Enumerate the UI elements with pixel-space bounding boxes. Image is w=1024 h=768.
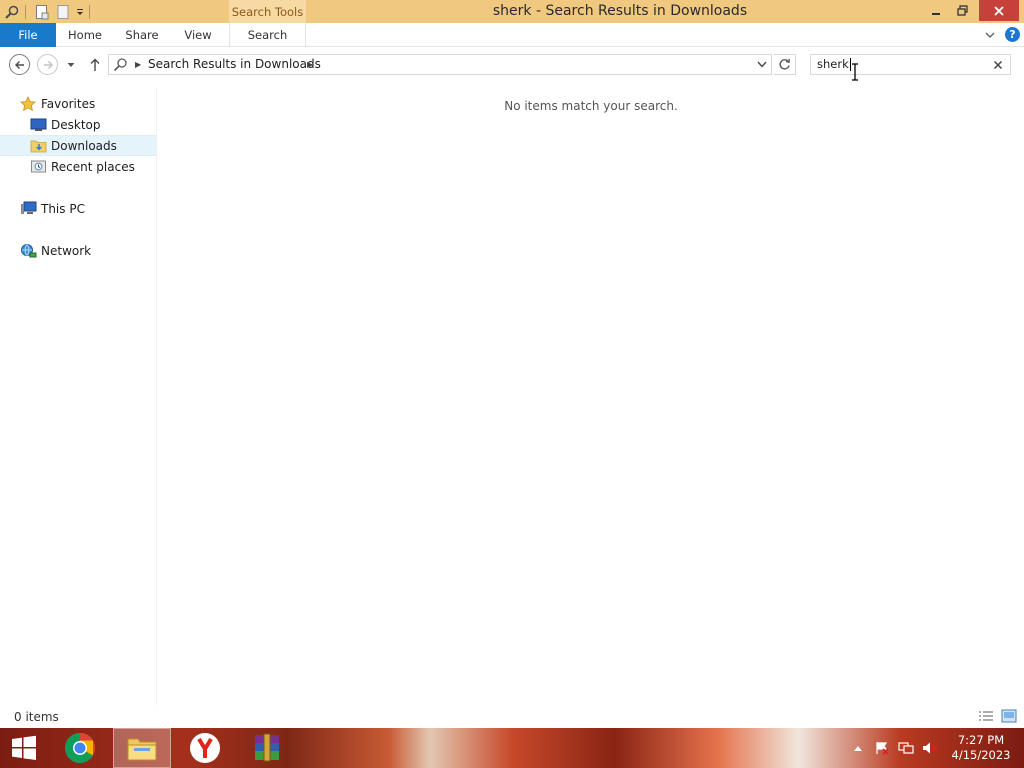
network-icon — [19, 243, 37, 259]
search-query: sherk — [817, 55, 851, 74]
show-hidden-icons-icon[interactable] — [850, 741, 866, 755]
volume-muted-icon[interactable] — [922, 741, 938, 755]
empty-results-message: No items match your search. — [504, 99, 678, 113]
action-center-flag-icon[interactable] — [874, 741, 890, 755]
restore-button[interactable] — [951, 0, 973, 21]
clock-date: 4/15/2023 — [951, 748, 1011, 762]
winrar-icon — [255, 733, 279, 762]
taskbar-file-explorer[interactable] — [113, 728, 171, 768]
arrow-up-icon — [90, 58, 100, 71]
large-icons-view-icon[interactable] — [1001, 709, 1017, 723]
qat-separator — [25, 4, 26, 19]
taskbar-winrar[interactable] — [237, 728, 297, 768]
tab-share[interactable]: Share — [116, 23, 168, 47]
close-icon — [994, 5, 1004, 16]
breadcrumb-separator-icon[interactable]: ▶ — [135, 60, 141, 69]
help-icon[interactable]: ? — [1005, 27, 1020, 42]
quick-access-toolbar — [0, 0, 94, 23]
clear-search-icon[interactable] — [991, 58, 1005, 72]
downloads-folder-icon — [29, 138, 47, 154]
address-history-chevron-icon[interactable] — [756, 58, 768, 70]
computer-icon — [19, 201, 37, 217]
nav-item-label: Desktop — [51, 117, 101, 132]
windows-logo-icon — [12, 735, 36, 760]
refresh-icon — [779, 58, 790, 70]
up-button[interactable] — [86, 54, 104, 75]
nav-item-desktop[interactable]: Desktop — [0, 114, 156, 135]
star-icon — [19, 95, 37, 112]
breadcrumb-search-results[interactable]: Search Results in Downloads — [148, 55, 321, 74]
arrow-right-icon — [43, 60, 53, 69]
search-tools-icon — [3, 3, 21, 21]
yandex-browser-icon — [190, 733, 220, 763]
nav-item-this-pc[interactable]: This PC — [0, 198, 156, 219]
search-results-icon — [113, 58, 127, 72]
status-bar: 0 items — [0, 706, 1024, 728]
tab-search[interactable]: Search — [229, 23, 306, 47]
tab-home[interactable]: Home — [58, 23, 112, 47]
minimize-button[interactable] — [925, 0, 947, 21]
network-status-icon[interactable] — [898, 741, 914, 755]
search-query-text: sherk — [817, 57, 849, 71]
window-title: sherk - Search Results in Downloads — [492, 3, 748, 19]
nav-item-downloads[interactable]: Downloads — [0, 135, 156, 156]
item-count: 0 items — [14, 710, 59, 724]
new-folder-icon[interactable] — [54, 3, 72, 21]
customize-qat-icon[interactable] — [75, 3, 85, 21]
refresh-button[interactable] — [774, 54, 796, 75]
search-tools-header: Search Tools — [229, 0, 306, 23]
nav-item-recent-places[interactable]: Recent places — [0, 156, 156, 177]
nav-item-label: Downloads — [51, 138, 117, 153]
chrome-icon — [64, 733, 95, 764]
close-button[interactable] — [979, 0, 1019, 21]
properties-icon[interactable] — [33, 3, 51, 21]
start-button[interactable] — [0, 728, 48, 768]
chevron-down-icon — [67, 62, 75, 67]
address-bar[interactable]: ▶ Search Results in Downloads ▶ — [108, 54, 772, 75]
details-view-icon[interactable] — [978, 709, 994, 723]
back-button[interactable] — [9, 54, 30, 75]
nav-item-label: Network — [41, 243, 92, 258]
desktop-icon — [29, 117, 47, 133]
recent-places-icon — [29, 159, 47, 175]
arrow-left-icon — [14, 60, 24, 69]
taskbar-chrome[interactable] — [50, 728, 110, 768]
navigation-bar: ▶ Search Results in Downloads ▶ sherk — [0, 48, 1024, 81]
breadcrumb-separator-icon[interactable]: ▶ — [307, 60, 313, 69]
qat-separator — [89, 4, 90, 19]
expand-ribbon-icon[interactable] — [983, 28, 997, 42]
text-cursor-icon — [852, 63, 858, 81]
ribbon-tabs: File Home Share View Search ? — [0, 23, 1024, 47]
taskbar-yandex-browser[interactable] — [175, 728, 235, 768]
tab-view[interactable]: View — [172, 23, 224, 47]
navigation-pane: Favorites Desktop Downloads Recent place… — [0, 89, 157, 705]
nav-item-favorites[interactable]: Favorites — [0, 93, 156, 114]
forward-button[interactable] — [37, 54, 58, 75]
nav-item-network[interactable]: Network — [0, 240, 156, 261]
taskbar-clock[interactable]: 7:27 PM 4/15/2023 — [950, 733, 1012, 763]
tab-file[interactable]: File — [0, 23, 56, 47]
nav-item-label: This PC — [41, 201, 85, 216]
title-bar: Search Tools sherk - Search Results in D… — [0, 0, 1024, 23]
nav-item-label: Recent places — [51, 159, 135, 174]
taskbar: 7:27 PM 4/15/2023 — [0, 728, 1024, 768]
file-explorer-icon — [127, 738, 157, 761]
clock-time: 7:27 PM — [957, 733, 1005, 747]
search-input[interactable]: sherk — [810, 54, 1011, 75]
file-list[interactable]: No items match your search. — [158, 89, 1024, 705]
nav-item-label: Favorites — [41, 96, 96, 111]
recent-locations-button[interactable] — [64, 54, 78, 75]
